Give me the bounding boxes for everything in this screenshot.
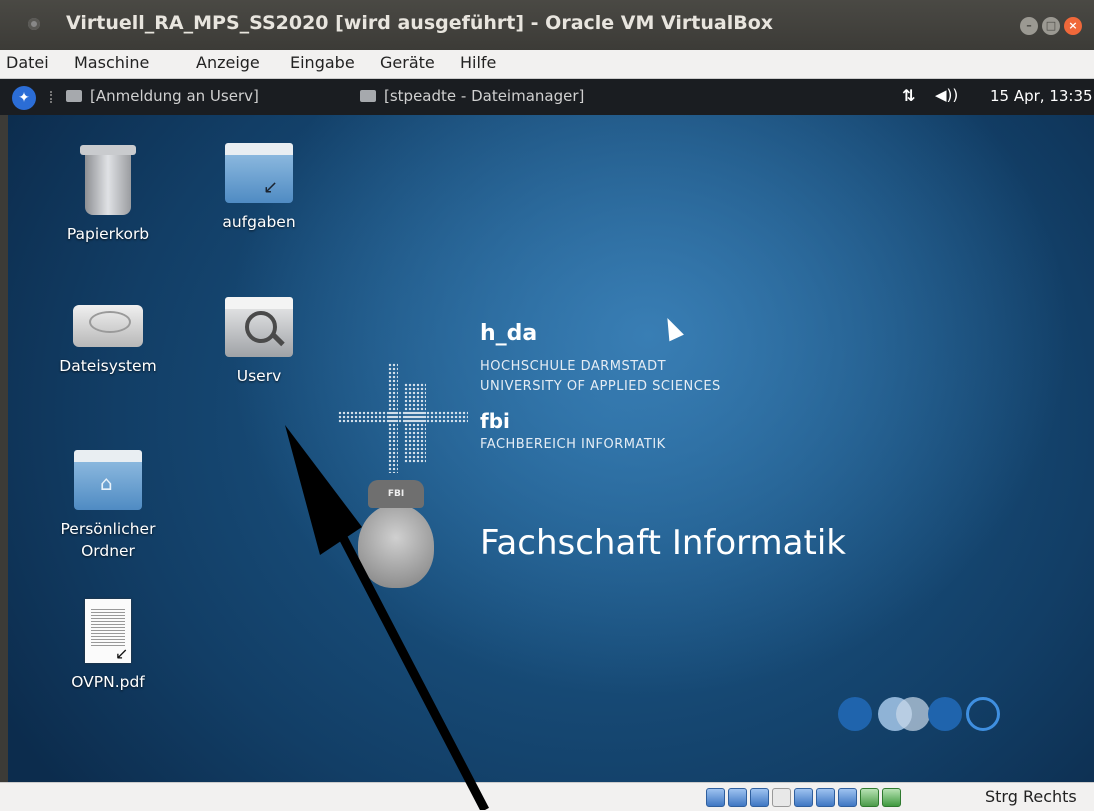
panel-separator [50,91,55,103]
home-folder-icon: ⌂ [74,450,142,510]
harddisk-icon [73,305,143,347]
desktop-icon-label: Ordner [81,542,135,560]
shared-folder-status-icon[interactable] [772,788,791,807]
desktop-icon-aufgaben[interactable]: ↙ aufgaben [204,143,314,233]
maximize-button[interactable]: □ [1042,17,1060,35]
video-capture-status-icon[interactable] [816,788,835,807]
menu-eingabe[interactable]: Eingabe [290,53,355,72]
taskbar-item-label: [stpeadte - Dateimanager] [384,87,585,105]
decor-circle [896,697,930,731]
link-arrow-icon: ↙ [263,177,279,198]
volume-icon[interactable]: ◀)) [935,86,958,104]
maximize-icon: □ [1045,19,1057,32]
logo-hochschule: HOCHSCHULE DARMSTADT [480,359,667,374]
harddisk-status-icon[interactable] [706,788,725,807]
folder-icon [360,90,376,102]
taskbar-item-anmeldung[interactable]: [Anmeldung an Userv] [66,87,259,105]
desktop-icon-label: Dateisystem [59,357,157,375]
cpu-status-icon[interactable] [838,788,857,807]
window-menu-icon[interactable] [28,18,40,30]
folder-link-icon: ↙ [225,143,293,203]
desktop-icon-pdf[interactable]: ↙ OVPN.pdf [53,599,163,693]
trash-icon [80,145,136,215]
desktop-icon-filesystem[interactable]: Dateisystem [53,305,163,377]
hda-logo-dots-vertical [404,383,426,463]
desktop-icon-trash[interactable]: Papierkorb [53,145,163,245]
menu-maschine[interactable]: Maschine [74,53,149,72]
document-lines [91,607,125,647]
taskbar-item-label: [Anmeldung an Userv] [90,87,259,105]
decor-circle [928,697,962,731]
close-icon: × [1068,19,1078,32]
logo-h-da: h_da [480,321,538,346]
desktop-icon-home[interactable]: ⌂ Persönlicher Ordner [53,450,163,562]
menu-anzeige[interactable]: Anzeige [196,53,260,72]
usb-status-icon[interactable] [750,788,769,807]
vbox-statusbar: Strg Rechts [0,782,1094,811]
network-icon[interactable]: ⇅ [902,86,915,105]
house-icon: ⌂ [100,471,113,495]
menubar: Datei Maschine Anzeige Eingabe Geräte Hi… [0,50,1094,79]
taskbar-item-dateimanager[interactable]: [stpeadte - Dateimanager] [360,87,584,105]
disk-platter [89,311,131,333]
menu-hilfe[interactable]: Hilfe [460,53,496,72]
decor-circle-outline [966,697,1000,731]
fbi-penguin-mascot: FBI [350,480,442,590]
minimize-icon: – [1026,19,1032,32]
guest-panel: ✦ [Anmeldung an Userv] [stpeadte - Datei… [0,79,1094,115]
desktop-icon-label: Userv [236,367,282,385]
fachschaft-title: Fachschaft Informatik [480,523,846,563]
remote-folder-icon [225,297,293,357]
mouse-cursor-icon [660,314,684,342]
desktop-icon-label: aufgaben [222,213,296,231]
mascot-body [358,504,434,588]
pdf-document-icon: ↙ [85,599,131,663]
logo-fbi: fbi [480,409,510,433]
guest-desktop[interactable]: Papierkorb ↙ aufgaben Dateisystem Userv … [8,115,1094,782]
menu-datei[interactable]: Datei [6,53,49,72]
display-status-icon[interactable] [794,788,813,807]
decor-circle [838,697,872,731]
desktop-icon-label: OVPN.pdf [71,673,145,691]
mascot-cap: FBI [368,480,424,508]
desktop-icon-label: Papierkorb [66,225,150,243]
desktop-icon-userv[interactable]: Userv [204,297,314,387]
xfce-menu-icon[interactable]: ✦ [12,86,36,110]
logo-university: UNIVERSITY OF APPLIED SCIENCES [480,379,721,394]
desktop-icon-label: Persönlicher [60,520,156,538]
logo-fachbereich: FACHBEREICH INFORMATIK [480,437,666,452]
link-arrow-icon: ↙ [115,644,129,663]
window-title: Virtuell_RA_MPS_SS2020 [wird ausgeführt]… [66,12,774,34]
close-button[interactable]: × [1064,17,1082,35]
hda-logo-dots-horizontal [338,411,468,423]
host-key-label: Strg Rechts [985,787,1077,806]
window-titlebar: Virtuell_RA_MPS_SS2020 [wird ausgeführt]… [0,0,1094,50]
minimize-button[interactable]: – [1020,17,1038,35]
network-status-icon[interactable] [728,788,747,807]
magnifier-handle [271,332,285,347]
window-icon [66,90,82,102]
menu-geraete[interactable]: Geräte [380,53,435,72]
keyboard-capture-icon[interactable] [882,788,901,807]
panel-clock[interactable]: 15 Apr, 13:35 [990,87,1093,105]
guest-additions-status-icon[interactable] [860,788,879,807]
